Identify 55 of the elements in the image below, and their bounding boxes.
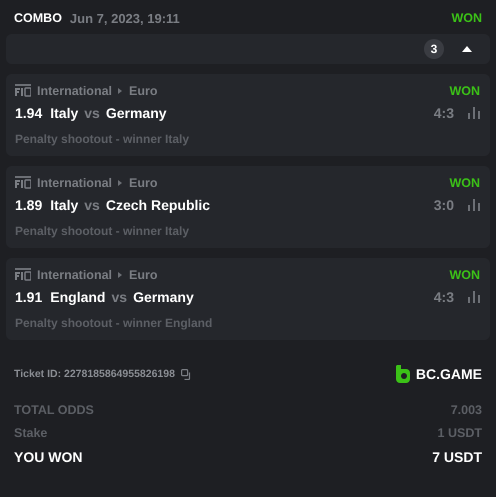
bet-status: WON — [451, 11, 482, 25]
away-team: Germany — [106, 105, 167, 121]
away-team: Germany — [133, 289, 194, 305]
match-status: WON — [449, 84, 480, 98]
legs-count: 3 — [424, 39, 444, 59]
match-category: International — [37, 176, 112, 190]
stats-icon[interactable] — [468, 291, 480, 303]
bet-type: COMBO — [14, 11, 62, 25]
caret-up-icon[interactable] — [462, 46, 472, 52]
total-value: 7.003 — [450, 402, 482, 417]
match-card[interactable]: International Euro WON 1.89 Italy vs Czech Republic 3:0 Penalty shootout - winner Italy — [6, 166, 490, 248]
total-value: 7 USDT — [432, 448, 482, 465]
ticket-id: Ticket ID: 2278185864955826198 — [14, 368, 175, 380]
versus-label: vs — [111, 289, 128, 305]
copy-icon[interactable] — [180, 368, 192, 380]
market-selection: Penalty shootout - winner Italy — [15, 224, 190, 238]
total-label: Stake — [14, 426, 48, 440]
market-selection: Penalty shootout - winner Italy — [15, 132, 190, 146]
stats-icon[interactable] — [468, 107, 480, 119]
chevron-icon — [118, 88, 124, 94]
versus-label: vs — [84, 105, 100, 121]
bet-date: Jun 7, 2023, 19:11 — [70, 10, 180, 26]
home-team: England — [50, 289, 106, 305]
versus-label: vs — [84, 197, 100, 213]
match-category: International — [37, 268, 112, 282]
match-league: Euro — [129, 268, 158, 282]
away-team: Czech Republic — [106, 197, 210, 213]
brand-name: BC.GAME — [416, 366, 482, 382]
league-logo-icon — [15, 84, 31, 98]
match-card[interactable]: International Euro WON 1.94 Italy vs Germany 4:3 Penalty shootout - winner Italy — [6, 74, 490, 156]
legs-bar[interactable]: 3 — [6, 34, 490, 64]
match-league: Euro — [129, 84, 158, 98]
league-logo-icon — [15, 176, 31, 190]
match-category: International — [37, 84, 112, 98]
total-label: TOTAL ODDS — [14, 402, 94, 417]
match-odds: 1.89 — [15, 197, 42, 213]
home-team: Italy — [50, 105, 78, 121]
match-status: WON — [449, 268, 480, 282]
league-logo-icon — [15, 268, 31, 282]
chevron-icon — [118, 180, 124, 186]
match-league: Euro — [129, 176, 158, 190]
stats-icon[interactable] — [468, 199, 480, 211]
match-score: 4:3 — [434, 105, 454, 121]
chevron-icon — [118, 272, 124, 278]
match-card[interactable]: International Euro WON 1.91 England vs Germany 4:3 Penalty shootout - winner England — [6, 258, 490, 340]
match-score: 4:3 — [434, 289, 454, 305]
match-score: 3:0 — [434, 197, 454, 213]
home-team: Italy — [50, 197, 78, 213]
total-value: 1 USDT — [438, 426, 482, 440]
match-status: WON — [449, 176, 480, 190]
match-odds: 1.94 — [15, 105, 42, 121]
market-selection: Penalty shootout - winner England — [15, 316, 214, 330]
match-odds: 1.91 — [15, 289, 42, 305]
brand-logo-icon — [396, 365, 410, 383]
total-label: YOU WON — [14, 448, 82, 465]
